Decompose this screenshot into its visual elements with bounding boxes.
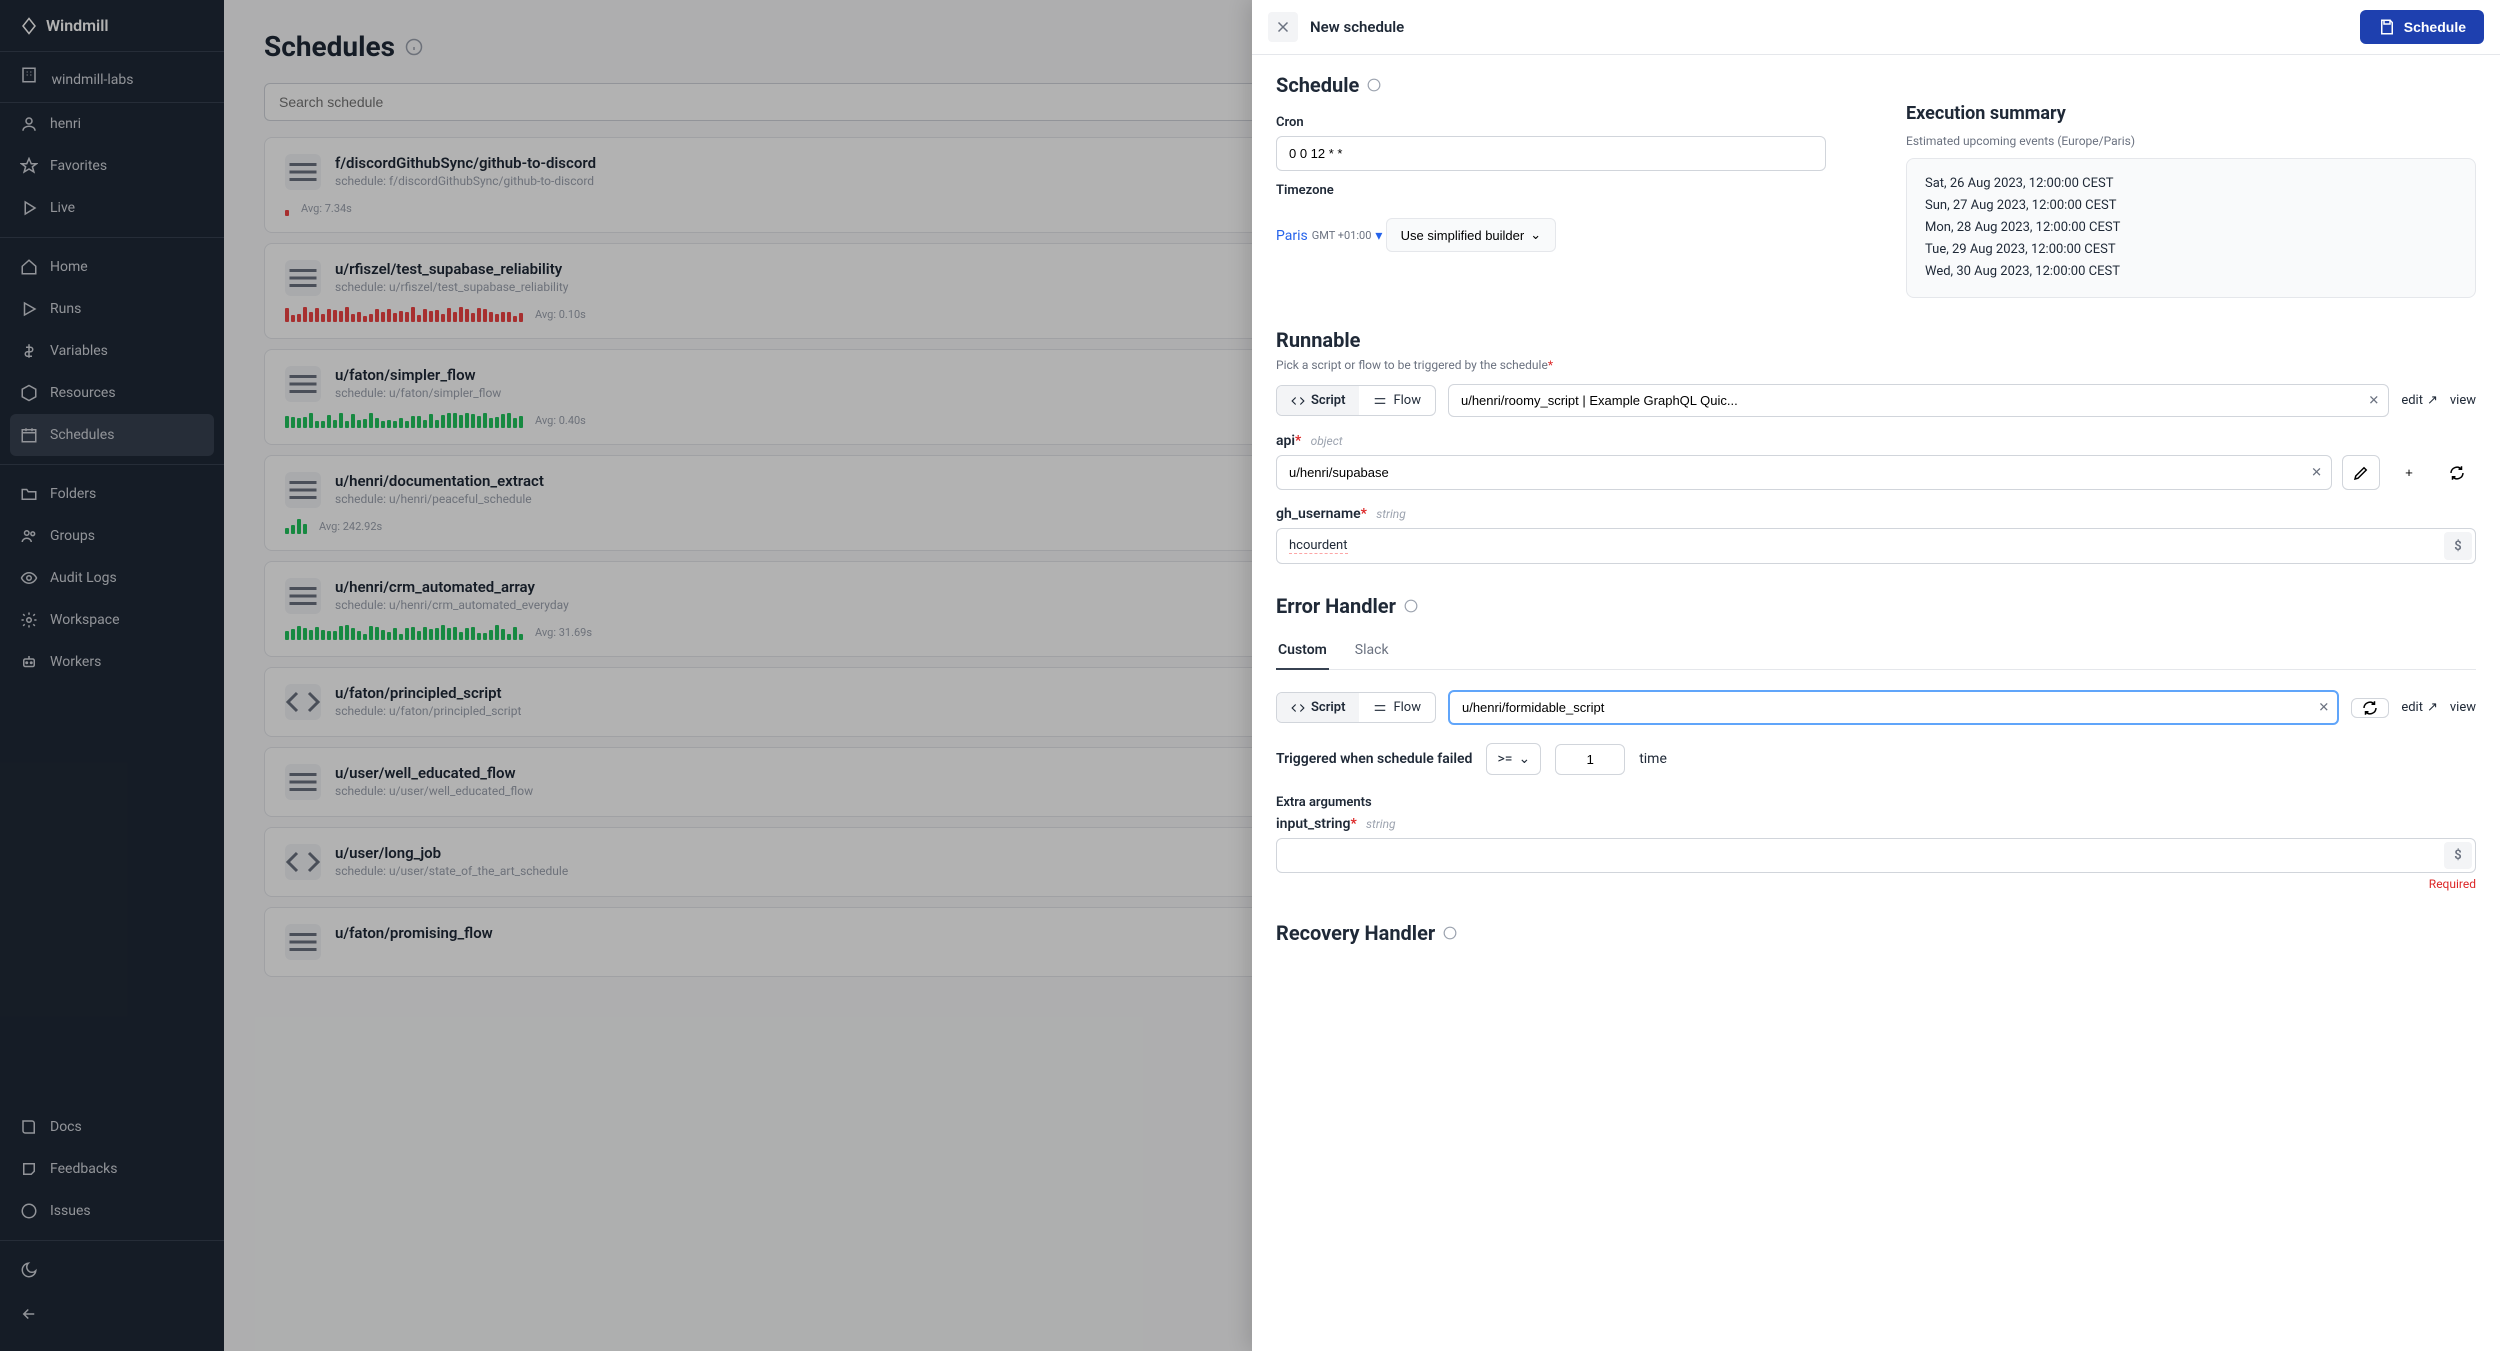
error-type-toggle: Script Flow (1276, 692, 1436, 723)
required-text: Required (1276, 877, 2476, 891)
execution-event: Sun, 27 Aug 2023, 12:00:00 CEST (1925, 195, 2457, 217)
external-link-icon: ↗ (2427, 393, 2438, 408)
trigger-count-input[interactable] (1555, 744, 1625, 775)
save-icon (2378, 18, 2396, 36)
script-pill[interactable]: Script (1277, 386, 1359, 415)
runnable-helper: Pick a script or flow to be triggered by… (1276, 358, 2476, 372)
error-flow-pill[interactable]: Flow (1359, 693, 1435, 722)
trigger-operator-select[interactable]: >= ⌄ (1486, 743, 1541, 775)
api-arg-input[interactable] (1276, 455, 2332, 490)
code-icon (1291, 394, 1305, 408)
refresh-icon (2448, 464, 2466, 482)
drawer-title: New schedule (1310, 18, 1404, 36)
flow-pill[interactable]: Flow (1359, 386, 1435, 415)
input-string-var-button[interactable]: $ (2444, 842, 2472, 869)
schedule-section-title: Schedule (1276, 73, 2476, 97)
execution-event: Tue, 29 Aug 2023, 12:00:00 CEST (1925, 239, 2457, 261)
api-arg-label: api* (1276, 433, 1301, 449)
clear-api-button[interactable]: ✕ (2311, 465, 2322, 480)
add-api-button[interactable]: + (2390, 455, 2428, 490)
simplified-builder-button[interactable]: Use simplified builder ⌄ (1386, 218, 1556, 252)
code-icon (1291, 701, 1305, 715)
save-schedule-button[interactable]: Schedule (2360, 10, 2484, 44)
trigger-unit: time (1639, 751, 1667, 767)
extra-args-label: Extra arguments (1276, 795, 2476, 810)
error-handler-input[interactable] (1448, 690, 2339, 725)
gh-username-var-button[interactable]: $ (2444, 532, 2472, 560)
gh-username-label: gh_username* (1276, 506, 1367, 522)
info-icon[interactable] (1443, 926, 1457, 940)
tab-custom[interactable]: Custom (1276, 632, 1329, 670)
close-icon (1274, 18, 1292, 36)
refresh-icon (2361, 699, 2379, 717)
error-handler-title: Error Handler (1276, 594, 2476, 618)
runnable-path-input[interactable] (1448, 384, 2389, 417)
info-icon[interactable] (1367, 78, 1381, 92)
error-handler-tabs: Custom Slack (1276, 632, 2476, 670)
timezone-selector[interactable]: Paris GMT +01:00 ▾ (1276, 228, 1382, 244)
flow-icon (1373, 394, 1387, 408)
execution-event: Mon, 28 Aug 2023, 12:00:00 CEST (1925, 217, 2457, 239)
refresh-error-button[interactable] (2351, 698, 2389, 718)
clear-runnable-button[interactable]: ✕ (2368, 393, 2379, 408)
edit-runnable-link[interactable]: edit ↗ (2401, 393, 2438, 408)
error-script-pill[interactable]: Script (1277, 693, 1359, 722)
execution-event: Sat, 26 Aug 2023, 12:00:00 CEST (1925, 173, 2457, 195)
external-link-icon: ↗ (2427, 700, 2438, 715)
execution-event: Wed, 30 Aug 2023, 12:00:00 CEST (1925, 261, 2457, 283)
input-string-label: input_string* (1276, 816, 1357, 832)
execution-events-box: Sat, 26 Aug 2023, 12:00:00 CESTSun, 27 A… (1906, 158, 2476, 298)
cron-input[interactable] (1276, 136, 1826, 171)
tab-slack[interactable]: Slack (1353, 632, 1391, 669)
runnable-section-title: Runnable (1276, 328, 2476, 352)
refresh-api-button[interactable] (2438, 455, 2476, 490)
chevron-down-icon: ⌄ (1530, 227, 1541, 243)
plus-icon: + (2405, 465, 2413, 480)
gh-username-input[interactable]: hcourdent (1276, 528, 2476, 564)
runnable-type-toggle: Script Flow (1276, 385, 1436, 416)
cron-label: Cron (1276, 115, 1846, 130)
chevron-down-icon: ⌄ (1518, 751, 1530, 767)
close-drawer-button[interactable] (1268, 12, 1298, 42)
new-schedule-drawer: New schedule Schedule Schedule Cron Time… (1252, 0, 2500, 1351)
edit-api-button[interactable] (2342, 455, 2380, 490)
edit-error-link[interactable]: edit ↗ (2401, 700, 2438, 715)
recovery-handler-title: Recovery Handler (1276, 921, 2476, 945)
pencil-icon (2352, 464, 2370, 482)
trigger-label: Triggered when schedule failed (1276, 751, 1472, 767)
timezone-label: Timezone (1276, 183, 1846, 198)
clear-error-handler-button[interactable]: ✕ (2318, 700, 2329, 715)
execution-summary-sub: Estimated upcoming events (Europe/Paris) (1906, 134, 2476, 148)
execution-summary-title: Execution summary (1906, 103, 2476, 124)
flow-icon (1373, 701, 1387, 715)
view-runnable-link[interactable]: view (2450, 393, 2476, 408)
view-error-link[interactable]: view (2450, 700, 2476, 715)
info-icon[interactable] (1404, 599, 1418, 613)
chevron-down-icon: ▾ (1375, 228, 1382, 244)
input-string-input[interactable] (1276, 838, 2476, 873)
